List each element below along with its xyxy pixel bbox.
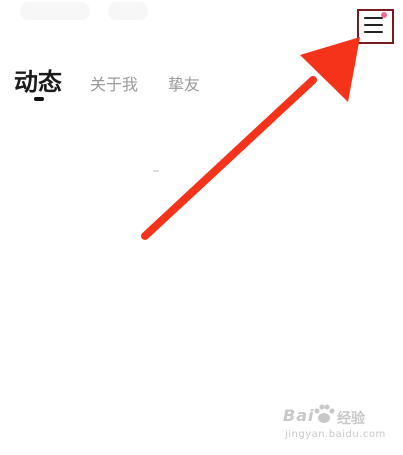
tab-about-me[interactable]: 关于我 bbox=[90, 71, 138, 95]
tab-label: 关于我 bbox=[90, 75, 139, 94]
tab-dynamics[interactable]: 动态 bbox=[14, 62, 62, 101]
arrow-shaft bbox=[141, 76, 317, 240]
watermark-url: jingyan.baidu.com bbox=[285, 429, 386, 440]
tab-close-friends[interactable]: 挚友 bbox=[168, 71, 200, 95]
blurred-header-text bbox=[20, 2, 90, 20]
tab-label: 动态 bbox=[14, 68, 62, 96]
tab-label: 挚友 bbox=[168, 75, 201, 94]
highlight-box bbox=[357, 9, 394, 44]
blurred-header-text bbox=[108, 2, 148, 20]
baidu-watermark: Bai 经验 jingyan.baidu.com bbox=[283, 404, 393, 444]
active-tab-indicator bbox=[34, 97, 44, 101]
paw-icon bbox=[314, 404, 335, 423]
profile-page: 动态 关于我 挚友 Bai 经验 jingyan.baidu.com bbox=[0, 0, 403, 455]
arrow-head bbox=[300, 37, 360, 102]
speck bbox=[153, 170, 159, 172]
watermark-left-text: Bai bbox=[283, 406, 315, 425]
profile-tabs: 动态 关于我 挚友 bbox=[14, 62, 230, 101]
watermark-right-text: 经验 bbox=[337, 411, 365, 427]
